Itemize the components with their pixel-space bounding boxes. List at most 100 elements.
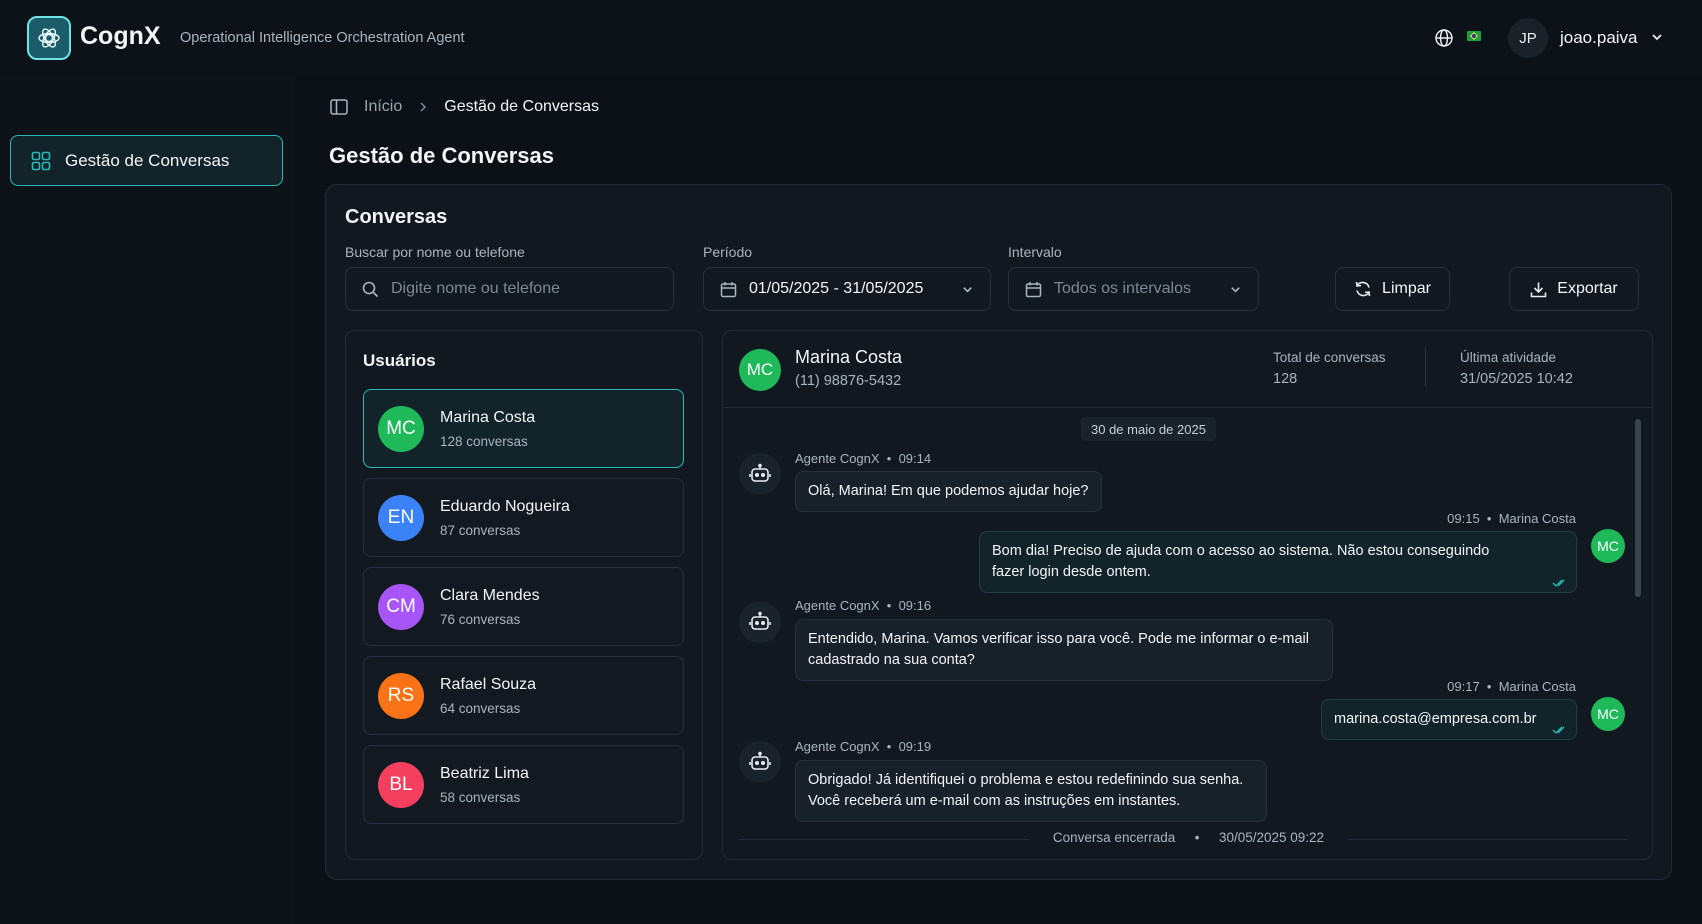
last-activity-value: 31/05/2025 10:42: [1460, 371, 1573, 387]
sender-name: Agente CognX: [795, 598, 880, 613]
message-bubble-bot: Olá, Marina! Em que podemos ajudar hoje?: [795, 471, 1102, 512]
download-icon: [1530, 282, 1547, 297]
chevron-down-icon[interactable]: [1650, 30, 1664, 44]
message-time: 09:19: [898, 739, 932, 754]
user-conversation-count: 64 conversas: [440, 701, 521, 716]
brain-logo-icon[interactable]: [27, 16, 71, 60]
message-time: 09:15: [1447, 511, 1480, 526]
export-button[interactable]: Exportar: [1509, 267, 1639, 311]
stat-divider: [1425, 347, 1426, 387]
page-title: Gestão de Conversas: [329, 143, 554, 168]
breadcrumb-home-link[interactable]: Início: [364, 98, 402, 116]
chat-header: MC Marina Costa (11) 98876-5432 Total de…: [723, 331, 1652, 408]
conversation-ended-label: Conversa encerrada • 30/05/2025 09:22: [723, 830, 1652, 845]
avatar: MC: [1591, 697, 1625, 731]
chat-panel: MC Marina Costa (11) 98876-5432 Total de…: [722, 330, 1653, 860]
search-input[interactable]: Digite nome ou telefone: [345, 267, 674, 311]
message-meta: 09:17 • Marina Costa: [1447, 679, 1576, 694]
user-conversation-count: 87 conversas: [440, 523, 521, 538]
total-conversations-value: 128: [1273, 371, 1298, 387]
user-name: Marina Costa: [440, 409, 536, 426]
period-label: Período: [703, 244, 753, 260]
message-meta: 09:15 • Marina Costa: [1447, 511, 1576, 526]
grid-icon: [31, 151, 51, 170]
user-card-beatriz-lima[interactable]: BL Beatriz Lima 58 conversas: [363, 745, 684, 824]
contact-phone: (11) 98876-5432: [795, 373, 902, 389]
end-label: Conversa encerrada: [1040, 830, 1188, 845]
search-placeholder: Digite nome ou telefone: [391, 280, 560, 297]
breadcrumb-current: Gestão de Conversas: [444, 98, 599, 115]
avatar: EN: [378, 495, 424, 541]
interval-label: Intervalo: [1008, 244, 1062, 260]
clear-button-label: Limpar: [1382, 280, 1431, 297]
period-picker[interactable]: 01/05/2025 - 31/05/2025: [703, 267, 991, 311]
bot-avatar: [739, 741, 781, 783]
breadcrumb: Início Gestão de Conversas: [330, 98, 599, 116]
message-line: Obrigado! Já identifiquei o problema e e…: [808, 772, 1244, 788]
sender-name: Agente CognX: [795, 451, 880, 466]
total-conversations-label: Total de conversas: [1273, 350, 1386, 365]
bot-avatar: [739, 453, 781, 495]
user-name: Beatriz Lima: [440, 765, 529, 782]
date-separator: 30 de maio de 2025: [1081, 417, 1216, 441]
user-name: Eduardo Nogueira: [440, 498, 570, 515]
message-bubble-user: Bom dia! Preciso de ajuda com o acesso a…: [979, 531, 1577, 593]
message-meta: Agente CognX • 09:19: [795, 739, 932, 754]
message-line: Bom dia! Preciso de ajuda com o acesso a…: [992, 543, 1490, 559]
sidebar: [0, 76, 295, 924]
last-activity-label: Última atividade: [1460, 350, 1557, 365]
top-bar: CognX Operational Intelligence Orchestra…: [0, 0, 1702, 76]
chevron-down-icon: [1231, 287, 1240, 293]
user-card-eduardo-nogueira[interactable]: EN Eduardo Nogueira 87 conversas: [363, 478, 684, 557]
panel-title: Conversas: [345, 206, 448, 228]
chat-scrollbar[interactable]: [1635, 419, 1641, 597]
globe-icon[interactable]: [1434, 28, 1454, 48]
user-conversation-count: 76 conversas: [440, 612, 521, 627]
period-value: 01/05/2025 - 31/05/2025: [749, 280, 924, 297]
user-conversation-count: 128 conversas: [440, 434, 528, 449]
message-bubble-bot: Entendido, Marina. Vamos verificar isso …: [795, 619, 1333, 681]
avatar: MC: [1591, 529, 1625, 563]
export-button-label: Exportar: [1557, 280, 1618, 297]
message-bubble-user: marina.costa@empresa.com.br: [1321, 699, 1577, 740]
avatar: RS: [378, 673, 424, 719]
message-meta: Agente CognX • 09:16: [795, 598, 932, 613]
username-label[interactable]: joao.paiva: [1560, 28, 1638, 48]
message-time: 09:17: [1447, 679, 1480, 694]
brand-name[interactable]: CognX: [80, 22, 161, 51]
user-card-clara-mendes[interactable]: CM Clara Mendes 76 conversas: [363, 567, 684, 646]
robot-icon: [749, 611, 771, 630]
user-name: Rafael Souza: [440, 676, 537, 693]
message-time: 09:16: [898, 598, 932, 613]
chevron-down-icon: [963, 287, 972, 293]
sender-name: Agente CognX: [795, 739, 880, 754]
clear-button[interactable]: Limpar: [1335, 267, 1450, 311]
contact-name: Marina Costa: [795, 347, 903, 367]
calendar-icon: [720, 281, 737, 297]
user-card-marina-costa[interactable]: MC Marina Costa 128 conversas: [363, 389, 684, 468]
search-icon: [362, 281, 379, 297]
brand-tagline: Operational Intelligence Orchestration A…: [180, 30, 465, 46]
message-line: marina.costa@empresa.com.br: [1334, 711, 1537, 727]
user-conversation-count: 58 conversas: [440, 790, 521, 805]
double-check-icon: [1552, 726, 1565, 734]
avatar: MC: [739, 349, 781, 391]
robot-icon: [749, 463, 771, 482]
brazil-flag-icon[interactable]: [1467, 31, 1481, 41]
search-label: Buscar por nome ou telefone: [345, 244, 525, 260]
sidebar-toggle-icon[interactable]: [330, 99, 348, 115]
bot-avatar: [739, 601, 781, 643]
user-card-rafael-souza[interactable]: RS Rafael Souza 64 conversas: [363, 656, 684, 735]
sidebar-item-label: Gestão de Conversas: [65, 150, 230, 170]
interval-value: Todos os intervalos: [1054, 280, 1191, 297]
end-time: 30/05/2025 09:22: [1206, 830, 1337, 845]
interval-select[interactable]: Todos os intervalos: [1008, 267, 1259, 311]
message-line: Entendido, Marina. Vamos verificar isso …: [808, 631, 1310, 647]
chevron-right-icon: [420, 102, 427, 112]
avatar: CM: [378, 584, 424, 630]
message-line: fazer login desde ontem.: [992, 564, 1151, 580]
sidebar-item-gestao-conversas[interactable]: Gestão de Conversas: [10, 135, 283, 186]
message-meta: Agente CognX • 09:14: [795, 451, 932, 466]
sender-name: Marina Costa: [1498, 511, 1576, 526]
user-avatar[interactable]: JP: [1508, 18, 1548, 58]
